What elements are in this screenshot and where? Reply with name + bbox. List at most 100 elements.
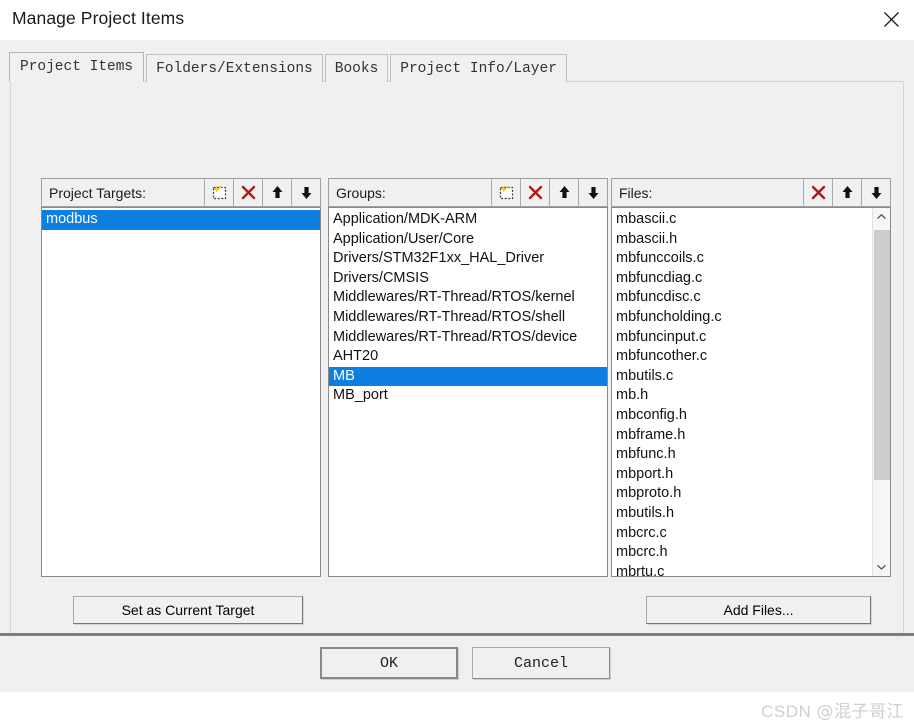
- scroll-down-button[interactable]: [873, 558, 890, 576]
- list-item-label: Middlewares/RT-Thread/RTOS/device: [333, 328, 578, 345]
- list-item-label: mbfunccoils.c: [616, 250, 704, 267]
- list-item[interactable]: mbconfig.h: [612, 406, 871, 426]
- files-label: Files:: [619, 184, 653, 201]
- targets-new-item-button[interactable]: [204, 179, 233, 206]
- list-item-label: mbfuncother.c: [616, 348, 708, 365]
- close-button[interactable]: [868, 0, 914, 38]
- list-item-label: mbframe.h: [616, 426, 686, 443]
- list-item-label: MB_port: [333, 387, 388, 404]
- list-item[interactable]: mbascii.c: [612, 210, 871, 230]
- targets-delete-button[interactable]: [233, 179, 262, 206]
- list-item[interactable]: mbcrc.h: [612, 543, 871, 563]
- groups-move-up-button[interactable]: [549, 179, 578, 206]
- list-item-label: AHT20: [333, 348, 379, 365]
- list-item[interactable]: Application/MDK-ARM: [329, 210, 607, 230]
- move-down-icon: [585, 184, 602, 201]
- list-item[interactable]: mbutils.c: [612, 367, 871, 387]
- list-item-label: mbproto.h: [616, 485, 682, 502]
- list-item[interactable]: Drivers/STM32F1xx_HAL_Driver: [329, 249, 607, 269]
- list-item[interactable]: mbfuncdiag.c: [612, 269, 871, 289]
- list-item[interactable]: mbport.h: [612, 465, 871, 485]
- tab-label: Folders/Extensions: [156, 61, 313, 77]
- delete-icon: [810, 184, 827, 201]
- list-item[interactable]: mbfuncother.c: [612, 347, 871, 367]
- set-as-current-target-button[interactable]: Set as Current Target: [73, 596, 303, 624]
- close-icon: [883, 11, 900, 28]
- list-item[interactable]: mbrtu.c: [612, 563, 871, 576]
- project-targets-toolbar: [204, 179, 320, 206]
- files-list[interactable]: mbascii.c mbascii.h mbfunccoils.c mbfuncdia…: [611, 207, 891, 577]
- groups-list[interactable]: Application/MDK-ARM Application/User/Core…: [328, 207, 608, 577]
- list-item-label: mbfuncholding.c: [616, 308, 722, 325]
- groups-toolbar: [491, 179, 607, 206]
- groups-delete-button[interactable]: [520, 179, 549, 206]
- groups-new-item-button[interactable]: [491, 179, 520, 206]
- window-title: Manage Project Items: [12, 8, 185, 28]
- tab-books[interactable]: Books: [324, 54, 389, 82]
- ok-label: OK: [379, 654, 398, 672]
- list-item[interactable]: mbfuncdisc.c: [612, 288, 871, 308]
- list-item[interactable]: mbfuncinput.c: [612, 328, 871, 348]
- files-header: Files:: [611, 178, 891, 207]
- project-targets-header: Project Targets:: [41, 178, 321, 207]
- files-panel: Files: mbascii.c mbascii.h mbfunccoils.c…: [611, 178, 891, 577]
- list-item-label: mbrtu.c: [616, 563, 665, 576]
- groups-move-down-button[interactable]: [578, 179, 607, 206]
- list-item[interactable]: Middlewares/RT-Thread/RTOS/kernel: [329, 288, 607, 308]
- list-item[interactable]: modbus: [42, 210, 320, 230]
- list-item[interactable]: mb.h: [612, 386, 871, 406]
- list-item[interactable]: Middlewares/RT-Thread/RTOS/shell: [329, 308, 607, 328]
- list-item-label: mbfuncdisc.c: [616, 289, 701, 306]
- list-item[interactable]: mbcrc.c: [612, 524, 871, 544]
- list-item-label: mbutils.h: [616, 504, 675, 521]
- scroll-up-button[interactable]: [873, 208, 890, 226]
- list-item[interactable]: Application/User/Core: [329, 230, 607, 250]
- tab-project-items[interactable]: Project Items: [9, 52, 145, 82]
- list-item-label: Middlewares/RT-Thread/RTOS/shell: [333, 308, 566, 325]
- files-move-down-button[interactable]: [861, 179, 890, 206]
- ok-button[interactable]: OK: [320, 647, 458, 679]
- list-item-label: mbascii.c: [616, 211, 677, 227]
- list-item[interactable]: mbascii.h: [612, 230, 871, 250]
- list-item-label: modbus: [46, 211, 98, 227]
- cancel-label: Cancel: [513, 654, 568, 672]
- list-item[interactable]: AHT20: [329, 347, 607, 367]
- tab-content-panel: Project Targets: modbus Groups: Applicat…: [10, 81, 904, 672]
- list-item[interactable]: mbutils.h: [612, 504, 871, 524]
- list-item[interactable]: Middlewares/RT-Thread/RTOS/device: [329, 328, 607, 348]
- list-item[interactable]: mbframe.h: [612, 426, 871, 446]
- move-up-icon: [839, 184, 856, 201]
- files-scrollbar[interactable]: [872, 208, 890, 576]
- move-down-icon: [868, 184, 885, 201]
- watermark-handle: @混子哥江: [816, 702, 904, 722]
- delete-icon: [527, 184, 544, 201]
- cancel-button[interactable]: Cancel: [472, 647, 610, 679]
- tab-folders-extensions[interactable]: Folders/Extensions: [146, 54, 323, 82]
- files-delete-button[interactable]: [803, 179, 832, 206]
- groups-list-inner: Application/MDK-ARM Application/User/Core…: [329, 208, 607, 576]
- list-item[interactable]: mbfunc.h: [612, 445, 871, 465]
- list-item-label: Application/User/Core: [333, 230, 475, 247]
- files-move-up-button[interactable]: [832, 179, 861, 206]
- list-item[interactable]: MB_port: [329, 386, 607, 406]
- move-down-icon: [298, 184, 315, 201]
- add-files-button[interactable]: Add Files...: [646, 596, 871, 624]
- groups-label: Groups:: [336, 184, 386, 201]
- project-targets-list[interactable]: modbus: [41, 207, 321, 577]
- list-item-label: Drivers/STM32F1xx_HAL_Driver: [333, 250, 545, 267]
- list-item[interactable]: Drivers/CMSIS: [329, 269, 607, 289]
- targets-move-up-button[interactable]: [262, 179, 291, 206]
- list-item-label: mbfuncinput.c: [616, 328, 707, 345]
- list-item-label: mbascii.h: [616, 230, 678, 247]
- scrollbar-thumb[interactable]: [874, 230, 890, 480]
- project-targets-label: Project Targets:: [49, 184, 147, 201]
- set-as-current-target-label: Set as Current Target: [121, 602, 255, 618]
- targets-move-down-button[interactable]: [291, 179, 320, 206]
- list-item[interactable]: mbfuncholding.c: [612, 308, 871, 328]
- list-item[interactable]: mbfunccoils.c: [612, 249, 871, 269]
- move-up-icon: [556, 184, 573, 201]
- watermark: CSDN @混子哥江: [761, 697, 904, 722]
- list-item[interactable]: mbproto.h: [612, 484, 871, 504]
- list-item[interactable]: MB: [329, 366, 607, 387]
- tab-project-info-layer[interactable]: Project Info/Layer: [390, 54, 567, 82]
